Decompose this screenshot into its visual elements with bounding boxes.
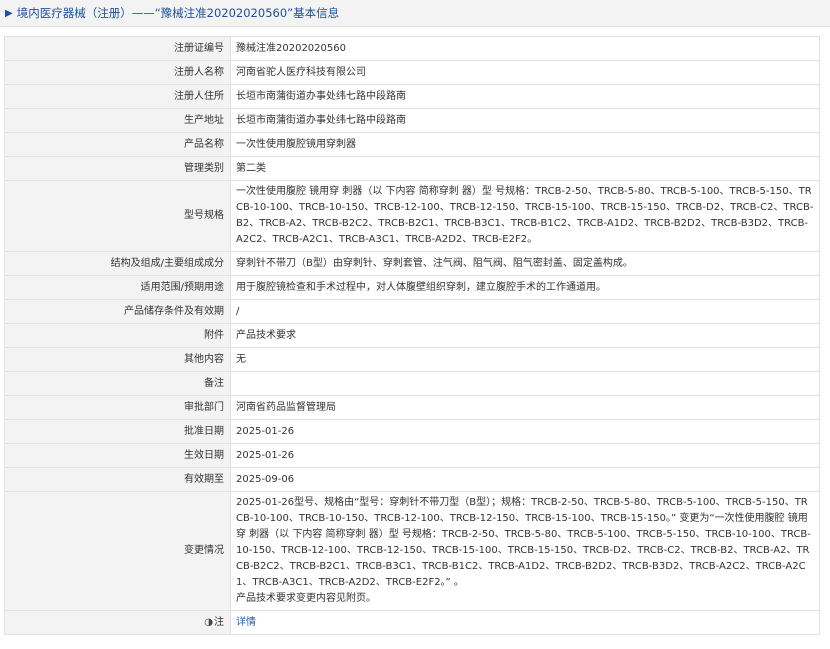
row-approval-dept: 审批部门 河南省药品监督管理局	[4, 395, 820, 420]
info-table: 注册证编号 豫械注准20202020560 注册人名称 河南省驼人医疗科技有限公…	[4, 36, 820, 635]
row-expiry-date: 有效期至 2025-09-06	[4, 467, 820, 492]
row-label: 有效期至	[4, 467, 231, 492]
row-value: 无	[230, 347, 820, 372]
row-label: 注册人名称	[4, 60, 231, 85]
caret-right-icon: ▶	[5, 7, 13, 19]
row-value: 第二类	[230, 156, 820, 181]
row-label: 注册人住所	[4, 84, 231, 109]
row-label: 审批部门	[4, 395, 231, 420]
row-value: 用于腹腔镜检查和手术过程中，对人体腹壁组织穿刺，建立腹腔手术的工作通道用。	[230, 275, 820, 300]
note-label: 注	[214, 616, 224, 628]
row-value: 2025-09-06	[230, 467, 820, 492]
row-label: 注册证编号	[4, 36, 231, 61]
row-label: 管理类别	[4, 156, 231, 181]
row-value	[230, 371, 820, 396]
row-registrant-name: 注册人名称 河南省驼人医疗科技有限公司	[4, 60, 820, 85]
row-label: 其他内容	[4, 347, 231, 372]
row-label: 生效日期	[4, 443, 231, 468]
row-structure: 结构及组成/主要组成成分 穿刺针不带刀（B型）由穿刺针、穿刺套管、注气阀、阻气阀…	[4, 251, 820, 276]
row-approval-date: 批准日期 2025-01-26	[4, 419, 820, 444]
row-model-spec: 型号规格 一次性使用腹腔 镜用穿 刺器（以 下内容 简称穿刺 器）型 号规格：T…	[4, 180, 820, 252]
row-value: 长垣市南蒲街道办事处纬七路中段路南	[230, 108, 820, 133]
detail-link[interactable]: 详情	[236, 617, 256, 628]
row-value: 详情	[230, 610, 820, 635]
row-value: 豫械注准20202020560	[230, 36, 820, 61]
row-production-address: 生产地址 长垣市南蒲街道办事处纬七路中段路南	[4, 108, 820, 133]
row-value: 河南省驼人医疗科技有限公司	[230, 60, 820, 85]
row-label: ◑注	[4, 610, 231, 635]
row-note: ◑注 详情	[4, 610, 820, 635]
globe-icon: ◑	[204, 616, 213, 628]
row-label: 结构及组成/主要组成成分	[4, 251, 231, 276]
row-label: 批准日期	[4, 419, 231, 444]
row-label: 生产地址	[4, 108, 231, 133]
row-management-category: 管理类别 第二类	[4, 156, 820, 181]
row-change-history: 变更情况 2025-01-26型号、规格由“型号：穿刺针不带刀型（B型）；规格：…	[4, 491, 820, 611]
row-registration-number: 注册证编号 豫械注准20202020560	[4, 36, 820, 61]
row-label: 变更情况	[4, 491, 231, 611]
row-value: 2025-01-26型号、规格由“型号：穿刺针不带刀型（B型）；规格：TRCB-…	[230, 491, 820, 611]
row-value: 2025-01-26	[230, 419, 820, 444]
row-product-name: 产品名称 一次性使用腹腔镜用穿刺器	[4, 132, 820, 157]
row-value: 长垣市南蒲街道办事处纬七路中段路南	[230, 84, 820, 109]
row-attachment: 附件 产品技术要求	[4, 323, 820, 348]
row-other: 其他内容 无	[4, 347, 820, 372]
row-effective-date: 生效日期 2025-01-26	[4, 443, 820, 468]
row-label: 产品储存条件及有效期	[4, 299, 231, 324]
row-registrant-address: 注册人住所 长垣市南蒲街道办事处纬七路中段路南	[4, 84, 820, 109]
row-value: /	[230, 299, 820, 324]
row-value: 河南省药品监督管理局	[230, 395, 820, 420]
change-history-note: 产品技术要求变更内容见附页。	[236, 593, 376, 604]
row-label: 产品名称	[4, 132, 231, 157]
row-storage: 产品储存条件及有效期 /	[4, 299, 820, 324]
row-label: 附件	[4, 323, 231, 348]
row-label: 型号规格	[4, 180, 231, 252]
row-remarks: 备注	[4, 371, 820, 396]
page-title: 境内医疗器械（注册）——“豫械注准20202020560”基本信息	[16, 6, 340, 20]
row-value: 一次性使用腹腔镜用穿刺器	[230, 132, 820, 157]
row-value: 穿刺针不带刀（B型）由穿刺针、穿刺套管、注气阀、阻气阀、阻气密封盖、固定盖构成。	[230, 251, 820, 276]
change-history-text: 2025-01-26型号、规格由“型号：穿刺针不带刀型（B型）；规格：TRCB-…	[236, 497, 811, 588]
row-value: 2025-01-26	[230, 443, 820, 468]
row-intended-use: 适用范围/预期用途 用于腹腔镜检查和手术过程中，对人体腹壁组织穿刺，建立腹腔手术…	[4, 275, 820, 300]
page-header: ▶ 境内医疗器械（注册）——“豫械注准20202020560”基本信息	[0, 0, 830, 27]
row-label: 适用范围/预期用途	[4, 275, 231, 300]
row-value: 产品技术要求	[230, 323, 820, 348]
row-label: 备注	[4, 371, 231, 396]
row-value: 一次性使用腹腔 镜用穿 刺器（以 下内容 简称穿刺 器）型 号规格：TRCB-2…	[230, 180, 820, 252]
